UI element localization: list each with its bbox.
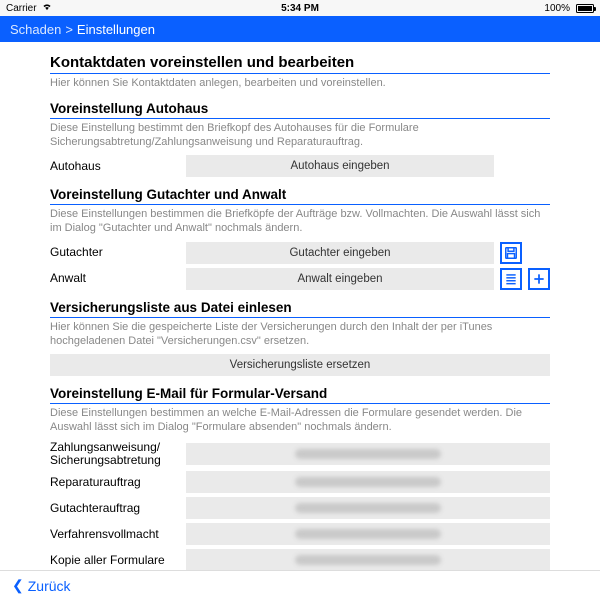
carrier-label: Carrier [6,3,37,14]
section-vers-title: Versicherungsliste aus Datei einlesen [50,300,550,318]
app-frame: Carrier 5:34 PM 100% Schaden > Einstellu… [0,0,600,600]
list-button[interactable] [500,268,522,290]
field-email-2[interactable] [186,497,550,519]
section-gutachter-desc: Diese Einstellungen bestimmen die Briefk… [50,208,550,236]
label-autohaus: Autohaus [50,160,180,173]
row-email-gutachterauftrag: Gutachterauftrag [50,497,550,519]
breadcrumb-current: Einstellungen [77,22,155,37]
label-gutachter: Gutachter [50,246,180,259]
label-email-3: Verfahrensvollmacht [50,528,180,541]
field-email-0[interactable] [186,443,550,465]
field-email-3[interactable] [186,523,550,545]
label-anwalt: Anwalt [50,272,180,285]
button-vers-replace[interactable]: Versicherungsliste ersetzen [50,354,550,376]
row-email-reparaturauftrag: Reparaturauftrag [50,471,550,493]
wifi-icon [41,2,53,14]
row-email-zahlungsanweisung: Zahlungsanweisung/ Sicherungsabtretung [50,441,550,467]
label-email-0: Zahlungsanweisung/ Sicherungsabtretung [50,441,180,467]
label-email-1: Reparaturauftrag [50,476,180,489]
clock: 5:34 PM [281,3,319,14]
status-bar: Carrier 5:34 PM 100% [0,0,600,16]
page-title: Kontaktdaten voreinstellen und bearbeite… [50,54,550,74]
save-icon [504,246,518,260]
field-anwalt[interactable]: Anwalt eingeben [186,268,494,290]
add-button[interactable] [528,268,550,290]
bottom-toolbar: ❮ Zurück [0,570,600,600]
section-email-desc: Diese Einstellungen bestimmen an welche … [50,407,550,435]
content-scroll[interactable]: Kontaktdaten voreinstellen und bearbeite… [0,42,600,570]
battery-icon [574,4,594,13]
row-vers-replace: Versicherungsliste ersetzen [50,354,550,376]
save-button[interactable] [500,242,522,264]
row-anwalt: Anwalt Anwalt eingeben [50,268,550,290]
list-icon [504,272,518,286]
section-email-title: Voreinstellung E-Mail für Formular-Versa… [50,386,550,404]
section-autohaus-desc: Diese Einstellung bestimmt den Briefkopf… [50,122,550,150]
field-email-4[interactable] [186,549,550,570]
breadcrumb-sep: > [65,22,73,37]
row-email-kopie: Kopie aller Formulare [50,549,550,570]
row-gutachter: Gutachter Gutachter eingeben [50,242,550,264]
field-gutachter[interactable]: Gutachter eingeben [186,242,494,264]
section-autohaus-title: Voreinstellung Autohaus [50,101,550,119]
section-gutachter-title: Voreinstellung Gutachter und Anwalt [50,187,550,205]
add-icon [532,272,546,286]
section-vers-desc: Hier können Sie die gespeicherte Liste d… [50,321,550,349]
field-email-1[interactable] [186,471,550,493]
back-button[interactable]: Zurück [28,578,71,594]
field-autohaus[interactable]: Autohaus eingeben [186,155,494,177]
chevron-left-icon: ❮ [12,577,24,594]
label-email-2: Gutachterauftrag [50,502,180,515]
label-email-4: Kopie aller Formulare [50,554,180,567]
page-desc: Hier können Sie Kontaktdaten anlegen, be… [50,77,550,91]
row-email-verfahrensvollmacht: Verfahrensvollmacht [50,523,550,545]
nav-bar: Schaden > Einstellungen [0,16,600,42]
battery-percent: 100% [544,3,570,14]
breadcrumb-root[interactable]: Schaden [10,22,61,37]
row-autohaus: Autohaus Autohaus eingeben [50,155,550,177]
